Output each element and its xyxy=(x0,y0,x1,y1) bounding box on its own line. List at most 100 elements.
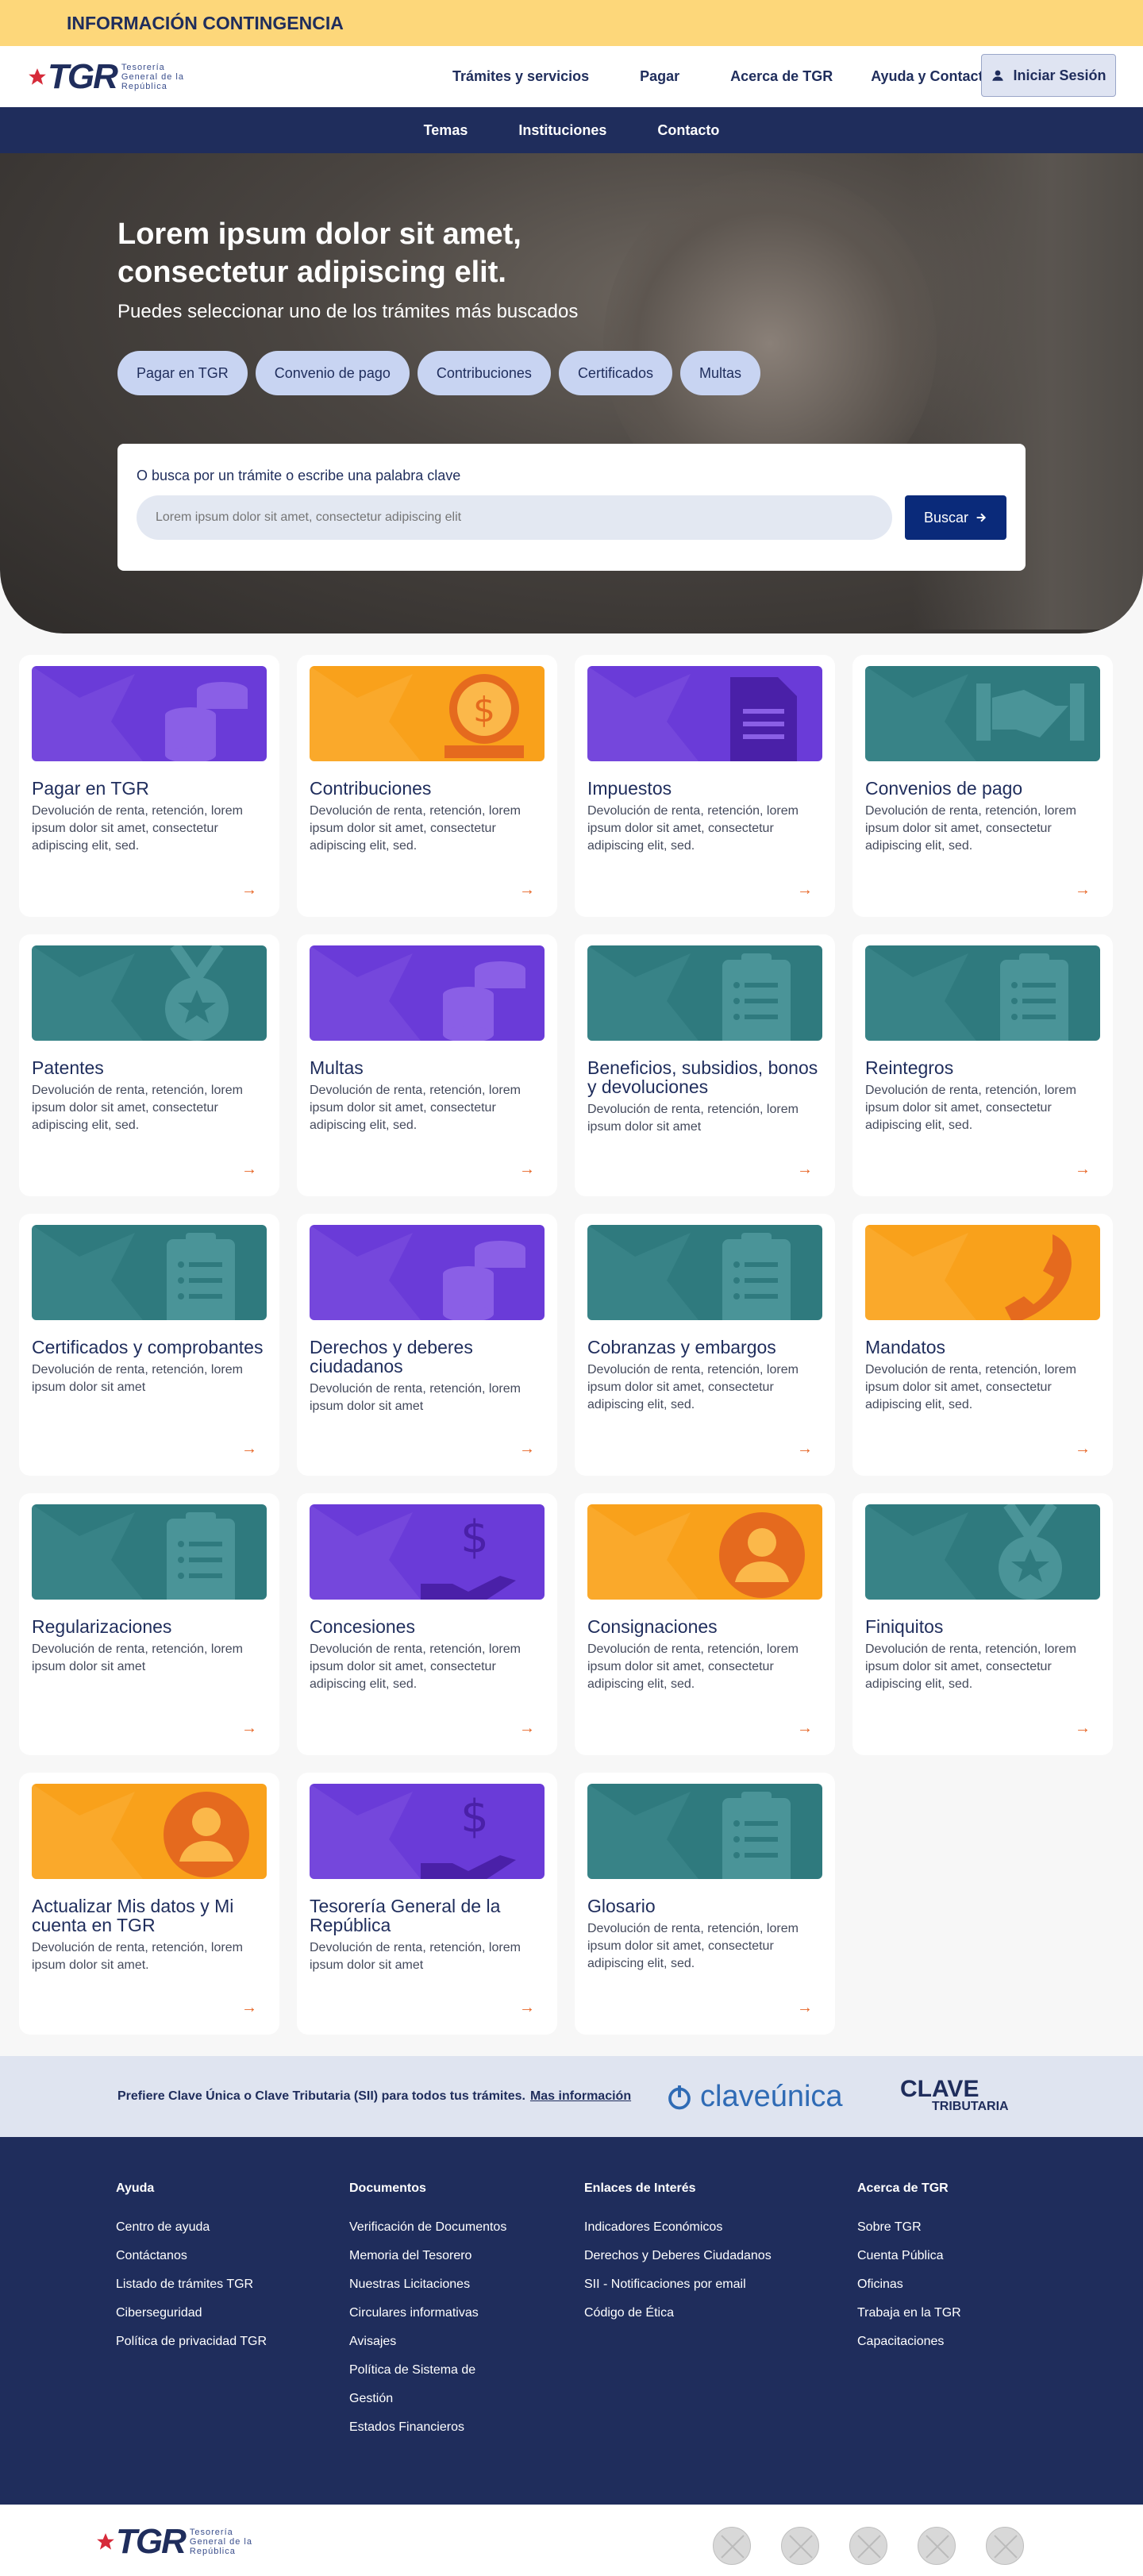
service-card[interactable]: $ Concesiones Devolución de renta, reten… xyxy=(297,1493,557,1755)
footer-link[interactable]: Indicadores Económicos xyxy=(584,2213,772,2242)
arrow-right-icon[interactable]: → xyxy=(519,1999,535,2017)
nav-pagar[interactable]: Pagar xyxy=(640,68,679,85)
footer-link[interactable]: Contáctanos xyxy=(116,2242,267,2270)
card-thumbnail xyxy=(587,1225,822,1320)
social-icon-5[interactable] xyxy=(986,2527,1024,2565)
card-title: Multas xyxy=(310,1057,364,1078)
arrow-right-icon[interactable]: → xyxy=(519,1440,535,1458)
clave-tributaria-logo[interactable]: CLAVE TRIBUTARIA xyxy=(900,2076,1009,2113)
arrow-right-icon[interactable]: → xyxy=(241,1999,257,2017)
footer-link[interactable]: Trabaja en la TGR xyxy=(857,2299,961,2328)
service-card[interactable]: Patentes Devolución de renta, retención,… xyxy=(19,934,279,1196)
social-icon-2[interactable] xyxy=(781,2527,819,2565)
footer-link[interactable]: Cuenta Pública xyxy=(857,2242,961,2270)
social-icon-1[interactable] xyxy=(713,2527,751,2565)
login-button[interactable]: Iniciar Sesión xyxy=(981,54,1116,97)
service-card[interactable]: Derechos y deberes ciudadanos Devolución… xyxy=(297,1214,557,1476)
arrow-right-icon[interactable]: → xyxy=(797,1161,813,1179)
hero-title: Lorem ipsum dolor sit amet, consectetur … xyxy=(117,218,521,289)
arrow-right-icon[interactable]: → xyxy=(797,1440,813,1458)
arrow-right-icon[interactable]: → xyxy=(241,1719,257,1738)
search-input[interactable] xyxy=(137,495,892,540)
footer-link[interactable]: Derechos y Deberes Ciudadanos xyxy=(584,2242,772,2270)
card-thumbnail xyxy=(32,1784,267,1879)
arrow-right-icon[interactable]: → xyxy=(241,1161,257,1179)
card-title: Patentes xyxy=(32,1057,104,1078)
footer-link[interactable]: Ciberseguridad xyxy=(116,2299,267,2328)
arrow-right-icon[interactable]: → xyxy=(797,1999,813,2017)
arrow-right-icon[interactable]: → xyxy=(797,881,813,899)
social-icon-3[interactable] xyxy=(849,2527,887,2565)
footer-link[interactable]: Circulares informativas xyxy=(349,2299,506,2328)
footer-link[interactable]: Avisajes xyxy=(349,2328,506,2356)
footer-link[interactable]: Oficinas xyxy=(857,2270,961,2299)
nav-tramites[interactable]: Trámites y servicios xyxy=(452,68,589,85)
service-card[interactable]: Cobranzas y embargos Devolución de renta… xyxy=(575,1214,835,1476)
footer-link[interactable]: Política de Sistema de xyxy=(349,2356,506,2385)
footer-link[interactable]: Política de privacidad TGR xyxy=(116,2328,267,2356)
arrow-right-icon[interactable]: → xyxy=(1075,1161,1091,1179)
subnav-contacto[interactable]: Contacto xyxy=(657,122,719,139)
footer-link[interactable]: Estados Financieros xyxy=(349,2413,506,2442)
arrow-right-icon[interactable]: → xyxy=(1075,881,1091,899)
footer-link[interactable]: Capacitaciones xyxy=(857,2328,961,2356)
footer-logo[interactable]: TGR Tesorería General de la República xyxy=(95,2522,252,2562)
service-card[interactable]: Glosario Devolución de renta, retención,… xyxy=(575,1773,835,2035)
arrow-right-icon[interactable]: → xyxy=(1075,1719,1091,1738)
social-icon-4[interactable] xyxy=(918,2527,956,2565)
service-card[interactable]: Impuestos Devolución de renta, retención… xyxy=(575,655,835,917)
nav-acerca[interactable]: Acerca de TGR xyxy=(730,68,833,85)
chip-contribuciones[interactable]: Contribuciones xyxy=(417,351,551,395)
service-card[interactable]: Actualizar Mis datos y Mi cuenta en TGR … xyxy=(19,1773,279,2035)
more-info-link[interactable]: Mas información xyxy=(530,2089,631,2103)
clipboard-icon xyxy=(32,1225,235,1320)
footer-link[interactable]: Gestión xyxy=(349,2385,506,2413)
service-card[interactable]: $ Tesorería General de la República Devo… xyxy=(297,1773,557,2035)
card-description: Devolución de renta, retención, lorem ip… xyxy=(587,1922,799,1970)
search-button[interactable]: Buscar xyxy=(905,495,1006,540)
arrow-right-icon[interactable]: → xyxy=(797,1719,813,1738)
chip-convenio[interactable]: Convenio de pago xyxy=(255,351,410,395)
footer-link[interactable]: Verificación de Documentos xyxy=(349,2213,506,2242)
arrow-right-icon[interactable]: → xyxy=(241,881,257,899)
clave-trib-text-1: CLAVE xyxy=(900,2076,979,2102)
footer-link[interactable]: Código de Ética xyxy=(584,2299,772,2328)
arrow-right-icon[interactable]: → xyxy=(519,881,535,899)
chip-certificados[interactable]: Certificados xyxy=(558,351,672,395)
arrow-right-icon[interactable]: → xyxy=(519,1719,535,1738)
service-card[interactable]: Multas Devolución de renta, retención, l… xyxy=(297,934,557,1196)
service-card[interactable]: Mandatos Devolución de renta, retención,… xyxy=(852,1214,1113,1476)
service-card[interactable]: Beneficios, subsidios, bonos y devolucio… xyxy=(575,934,835,1196)
service-card[interactable]: $ Contribuciones Devolución de renta, re… xyxy=(297,655,557,917)
footer-link[interactable]: Sobre TGR xyxy=(857,2213,961,2242)
subnav-instituciones[interactable]: Instituciones xyxy=(518,122,606,139)
card-thumbnail xyxy=(865,1225,1100,1320)
service-card[interactable]: Reintegros Devolución de renta, retenció… xyxy=(852,934,1113,1196)
chip-pagar[interactable]: Pagar en TGR xyxy=(117,351,248,395)
arrow-right-icon[interactable]: → xyxy=(241,1440,257,1458)
arrow-right-icon[interactable]: → xyxy=(519,1161,535,1179)
service-card[interactable]: Consignaciones Devolución de renta, rete… xyxy=(575,1493,835,1755)
footer-link[interactable]: Memoria del Tesorero xyxy=(349,2242,506,2270)
card-title: Tesorería General de la República xyxy=(310,1896,501,1935)
arrow-right-icon[interactable]: → xyxy=(1075,1440,1091,1458)
clave-unica-logo[interactable]: claveúnica xyxy=(665,2080,843,2114)
footer-link[interactable]: Nuestras Licitaciones xyxy=(349,2270,506,2299)
subnav-temas[interactable]: Temas xyxy=(424,122,468,139)
nav-ayuda[interactable]: Ayuda y Contacto xyxy=(871,68,991,85)
card-thumbnail xyxy=(865,666,1100,761)
service-card[interactable]: Pagar en TGR Devolución de renta, retenc… xyxy=(19,655,279,917)
contingency-banner[interactable]: INFORMACIÓN CONTINGENCIA xyxy=(0,0,1143,46)
footer-link[interactable]: Centro de ayuda xyxy=(116,2213,267,2242)
service-card[interactable]: Regularizaciones Devolución de renta, re… xyxy=(19,1493,279,1755)
card-description: Devolución de renta, retención, lorem ip… xyxy=(32,1941,243,1972)
card-title: Reintegros xyxy=(865,1057,954,1078)
service-card[interactable]: Certificados y comprobantes Devolución d… xyxy=(19,1214,279,1476)
tgr-logo[interactable]: TGR Tesorería General de la República xyxy=(27,57,184,97)
footer-link[interactable]: Listado de trámites TGR xyxy=(116,2270,267,2299)
chip-multas[interactable]: Multas xyxy=(679,351,760,395)
service-card[interactable]: Convenios de pago Devolución de renta, r… xyxy=(852,655,1113,917)
user-icon xyxy=(32,1784,249,1879)
service-card[interactable]: Finiquitos Devolución de renta, retenció… xyxy=(852,1493,1113,1755)
footer-link[interactable]: SII - Notificaciones por email xyxy=(584,2270,772,2299)
